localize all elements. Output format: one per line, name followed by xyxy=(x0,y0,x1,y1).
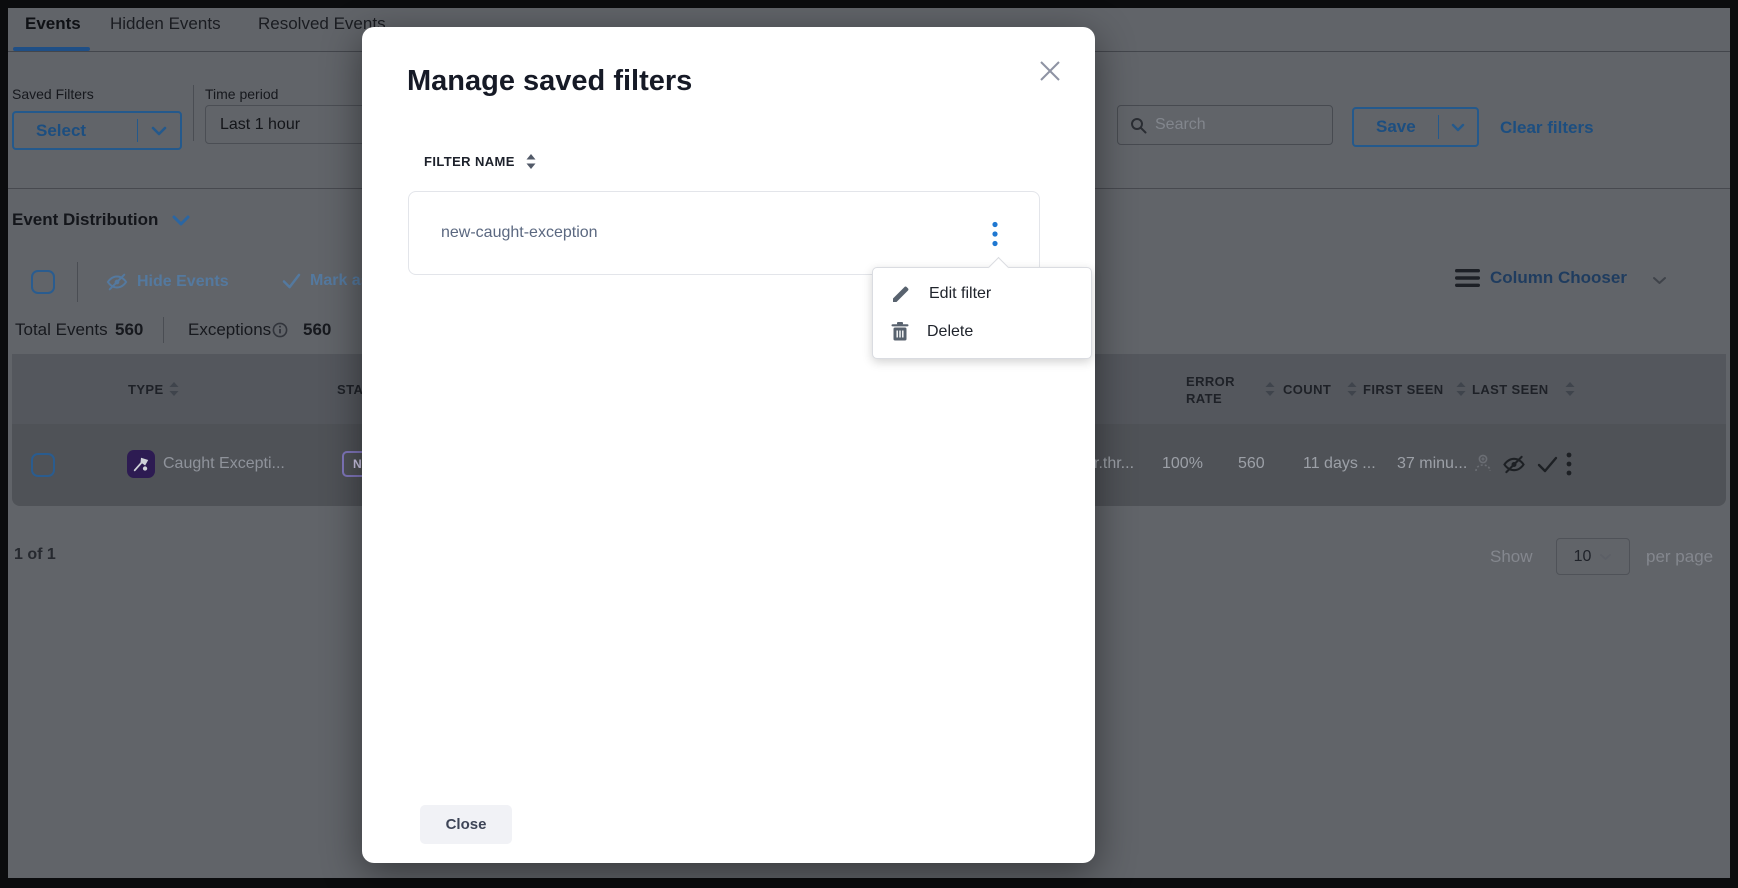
sort-icon-count[interactable] xyxy=(1346,381,1358,397)
check-icon xyxy=(282,273,301,289)
column-chooser-label[interactable]: Column Chooser xyxy=(1490,268,1627,288)
saved-filters-select-value: Select xyxy=(36,121,137,141)
exceptions-value: 560 xyxy=(303,320,331,340)
time-period-value: Last 1 hour xyxy=(220,116,300,134)
sort-icon-last-seen[interactable] xyxy=(1564,381,1576,397)
tab-hidden-events[interactable]: Hidden Events xyxy=(110,14,221,34)
row-hide-eye-slash-icon[interactable] xyxy=(1502,454,1526,475)
col-header-count[interactable]: COUNT xyxy=(1283,382,1331,397)
filter-name-header-label: FILTER NAME xyxy=(424,154,515,169)
sort-icon-type[interactable] xyxy=(168,381,180,397)
search-box xyxy=(1117,105,1333,145)
col-header-error-rate[interactable]: ERROR RATE xyxy=(1186,373,1238,407)
search-icon xyxy=(1130,117,1147,134)
total-events-label: Total Events xyxy=(15,320,108,340)
screen: Events Hidden Events Resolved Events Sav… xyxy=(0,0,1738,888)
modal-close-icon[interactable] xyxy=(1030,51,1070,91)
save-button[interactable]: Save xyxy=(1352,107,1479,147)
row-last-seen: 37 minu... xyxy=(1397,455,1467,473)
col-header-type[interactable]: TYPE xyxy=(128,382,164,397)
time-period-label: Time period xyxy=(205,86,278,102)
col-header-first-seen[interactable]: FIRST SEEN xyxy=(1363,382,1444,397)
bulk-actions-divider xyxy=(77,262,78,302)
mark-as-button[interactable]: Mark as xyxy=(282,272,370,290)
info-icon[interactable] xyxy=(272,322,288,338)
column-chooser-icon xyxy=(1455,268,1480,288)
edit-filter-menu-item[interactable]: Edit filter xyxy=(873,275,1091,313)
hide-events-button[interactable]: Hide Events xyxy=(106,272,229,292)
row-count: 560 xyxy=(1238,455,1265,473)
manage-saved-filters-modal: Manage saved filters FILTER NAME new-cau… xyxy=(362,27,1095,863)
tab-events[interactable]: Events xyxy=(25,14,81,34)
select-all-checkbox[interactable] xyxy=(31,270,55,294)
page-size-value: 10 xyxy=(1574,548,1592,566)
saved-filter-kebab-icon[interactable] xyxy=(979,216,1011,252)
save-chevron-down-icon[interactable] xyxy=(1439,123,1477,132)
sort-icon-error-rate[interactable] xyxy=(1264,381,1276,397)
col-header-last-seen[interactable]: LAST SEEN xyxy=(1472,382,1549,397)
row-kebab-menu-icon[interactable] xyxy=(1566,452,1572,476)
page-size-select[interactable]: 10 xyxy=(1556,538,1630,575)
modal-close-button[interactable]: Close xyxy=(420,805,512,844)
mark-as-label: Mark as xyxy=(310,272,370,290)
eye-slash-icon xyxy=(106,272,128,292)
caught-exception-type-icon xyxy=(127,450,155,478)
assign-user-icon[interactable] xyxy=(1473,453,1493,475)
pencil-icon xyxy=(891,284,911,304)
search-input[interactable] xyxy=(1155,106,1332,144)
saved-filters-select[interactable]: Select xyxy=(12,111,182,150)
row-first-seen: 11 days ... xyxy=(1303,455,1376,473)
chevron-down-icon xyxy=(138,126,180,136)
delete-label: Delete xyxy=(927,323,973,341)
sort-icon-first-seen[interactable] xyxy=(1455,381,1467,397)
exceptions-label: Exceptions xyxy=(188,320,271,340)
show-label: Show xyxy=(1490,547,1533,567)
page-info: 1 of 1 xyxy=(14,546,56,564)
time-period-input[interactable]: Last 1 hour xyxy=(205,105,370,144)
total-events-value: 560 xyxy=(115,320,143,340)
event-distribution-chevron-icon[interactable] xyxy=(172,215,190,226)
saved-filter-row: new-caught-exception xyxy=(408,191,1040,275)
row-resolve-check-icon[interactable] xyxy=(1537,456,1558,473)
saved-filter-context-menu: Edit filter Delete xyxy=(872,267,1092,359)
row-source: r.thr... xyxy=(1094,455,1134,473)
active-tab-underline xyxy=(13,47,90,51)
per-page-label: per page xyxy=(1646,547,1713,567)
saved-filters-label: Saved Filters xyxy=(12,86,94,102)
column-chooser-chevron-icon[interactable] xyxy=(1652,276,1667,285)
trash-icon xyxy=(891,322,909,342)
saved-filter-name: new-caught-exception xyxy=(441,224,598,242)
save-button-label: Save xyxy=(1376,117,1438,137)
row-checkbox[interactable] xyxy=(31,453,55,477)
sort-icon-filter-name[interactable] xyxy=(525,153,537,170)
delete-menu-item[interactable]: Delete xyxy=(873,313,1091,351)
clear-filters-link[interactable]: Clear filters xyxy=(1500,118,1594,138)
hide-events-label: Hide Events xyxy=(137,273,229,291)
row-error-rate: 100% xyxy=(1162,455,1203,473)
filter-group-divider xyxy=(193,85,194,141)
modal-title: Manage saved filters xyxy=(407,65,692,98)
page-size-chevron-icon xyxy=(1599,553,1612,561)
filter-name-column-header[interactable]: FILTER NAME xyxy=(424,153,537,170)
row-type-label[interactable]: Caught Excepti... xyxy=(163,455,285,473)
summary-divider xyxy=(163,317,164,343)
edit-filter-label: Edit filter xyxy=(929,285,991,303)
event-distribution-title: Event Distribution xyxy=(12,210,158,230)
